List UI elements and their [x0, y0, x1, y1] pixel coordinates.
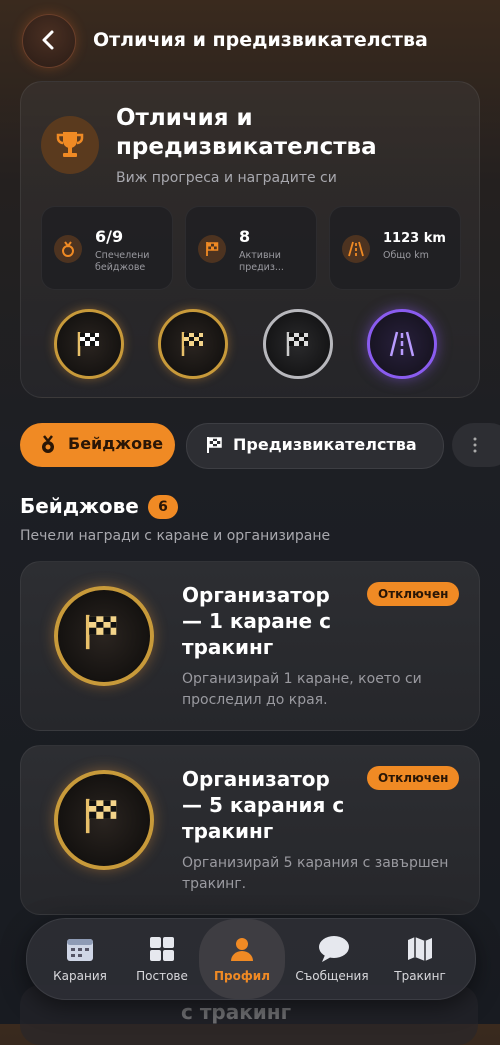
status-badge: Отключен	[367, 766, 460, 790]
badge-title: Организатор — 1 каране с тракинг	[182, 583, 331, 659]
badge-title-partial: с тракинг	[181, 1000, 292, 1024]
grid-icon	[150, 937, 174, 961]
badge-card[interactable]: Организатор — 5 карания с тракинг Органи…	[20, 745, 480, 915]
section-title: Бейджове	[20, 494, 139, 518]
badge-medal[interactable]	[367, 309, 437, 379]
checkered-flag-icon	[181, 332, 203, 356]
nav-label: Съобщения	[295, 969, 369, 983]
page-title: Отличия и предизвикателства	[93, 29, 428, 51]
badge-card[interactable]: Организатор — 1 каране с тракинг Организ…	[20, 561, 480, 731]
road-icon	[389, 331, 415, 357]
nav-label: Постове	[136, 969, 188, 983]
nav-label: Карания	[53, 969, 107, 983]
stat-label: Общо km	[383, 250, 429, 261]
badge-medal[interactable]	[158, 309, 228, 379]
stat-badges: 6/9 Спечелени бейджове	[41, 206, 173, 290]
summary-card: Отличия и предизвикателства Виж прогреса…	[20, 81, 480, 398]
summary-title: Отличия и предизвикателства	[116, 105, 377, 160]
badge-description: Организирай 5 карания с завършен тракинг…	[182, 855, 449, 892]
nav-label: Тракинг	[394, 969, 446, 983]
nav-item-messages[interactable]: Съобщения	[289, 919, 375, 999]
map-icon	[408, 937, 432, 961]
stat-challenges: 8 Активни предиз...	[185, 206, 317, 290]
nav-item-rides[interactable]: Карания	[37, 919, 123, 999]
stat-value: 1123 km	[383, 231, 446, 246]
tab-more[interactable]	[452, 423, 500, 467]
status-badge: Отключен	[367, 582, 460, 606]
badge-description: Организирай 1 каране, което си проследил…	[182, 671, 422, 708]
medal-icon	[54, 235, 82, 263]
back-button[interactable]	[22, 14, 76, 68]
road-icon	[342, 235, 370, 263]
checkered-flag-icon	[77, 332, 99, 356]
trophy-icon	[41, 116, 99, 174]
tab-label: Предизвикателства	[233, 435, 417, 454]
bottom-nav: Карания Постове Профил Съобщения Тракинг	[26, 918, 476, 1000]
checkered-flag-icon	[286, 332, 308, 356]
chat-bubble-icon	[319, 936, 349, 962]
stat-distance: 1123 km Общо km	[329, 206, 461, 290]
nav-item-tracking[interactable]: Тракинг	[377, 919, 463, 999]
flag-icon	[198, 235, 226, 263]
checkered-flag-icon	[85, 614, 117, 650]
top-bar: Отличия и предизвикателства	[0, 0, 500, 84]
user-icon	[231, 938, 253, 961]
checkered-flag-icon	[85, 798, 117, 834]
badge-medal	[54, 770, 154, 870]
badge-medal[interactable]	[263, 309, 333, 379]
tab-label: Бейджове	[68, 434, 164, 453]
grid-icon	[473, 437, 477, 453]
nav-label: Профил	[214, 969, 270, 983]
section-count-badge: 6	[148, 495, 178, 519]
stat-label: Спечелени бейджове	[95, 250, 150, 273]
checkered-flag-icon	[207, 437, 222, 453]
badge-medal	[54, 586, 154, 686]
nav-item-profile[interactable]: Профил	[199, 919, 285, 999]
nav-item-posts[interactable]: Постове	[119, 919, 205, 999]
badge-title: Организатор — 5 карания с тракинг	[182, 767, 345, 843]
stat-label: Активни предиз...	[239, 250, 284, 273]
stat-value: 6/9	[95, 227, 124, 246]
medal-icon	[42, 435, 54, 453]
chevron-left-icon	[42, 30, 54, 50]
section-subtitle: Печели награди с каране и организиране	[20, 528, 331, 544]
tab-badges[interactable]: Бейджове	[20, 423, 175, 467]
calendar-icon	[67, 939, 93, 961]
badge-medal[interactable]	[54, 309, 124, 379]
summary-subtitle: Виж прогреса и наградите си	[116, 170, 337, 186]
stat-value: 8	[239, 227, 251, 246]
tab-challenges[interactable]: Предизвикателства	[186, 423, 444, 469]
